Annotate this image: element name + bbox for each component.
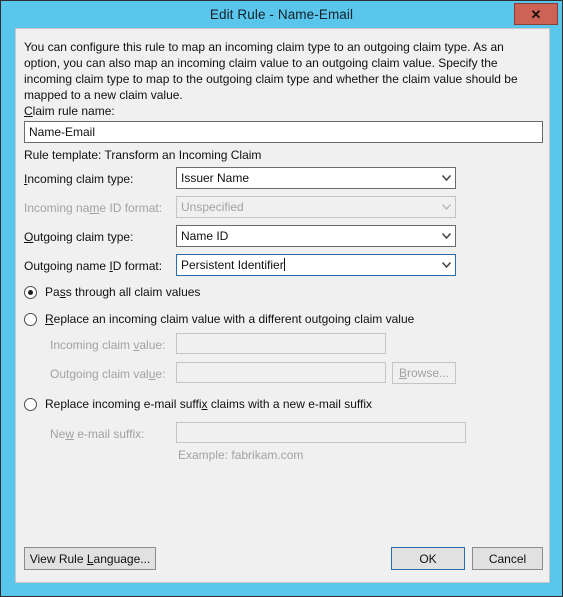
close-icon: ✕: [530, 6, 542, 22]
dialog-title: Edit Rule - Name-Email: [209, 6, 354, 22]
radio-replace-email-suffix-label: Replace incoming e-mail suffix claims wi…: [45, 397, 372, 411]
outgoing-name-id-format-combobox[interactable]: Persistent Identifier: [176, 254, 456, 276]
new-email-suffix-label: New e-mail suffix:: [50, 427, 144, 441]
claim-rule-name-label-text: laim rule name:: [32, 104, 115, 118]
outgoing-name-id-format-label-a: Outgoing name: [24, 259, 110, 273]
claim-rule-name-label-accesskey: C: [24, 104, 33, 118]
cancel-button[interactable]: Cancel: [472, 547, 543, 570]
radio-replace-email-suffix-label-b: claims with a new e-mail suffix: [207, 397, 373, 411]
edit-rule-dialog: Edit Rule - Name-Email ✕ You can configu…: [0, 0, 563, 597]
outgoing-claim-type-label: Outgoing claim type:: [24, 230, 133, 244]
incoming-name-id-format-value: Unspecified: [181, 200, 244, 214]
incoming-claim-value-label: Incoming claim value:: [50, 338, 165, 352]
view-rule-language-label-b: anguage...: [93, 551, 151, 566]
browse-button: Browse...: [392, 362, 456, 384]
outgoing-claim-value-input: [176, 362, 386, 383]
radio-replace-claim-value[interactable]: Replace an incoming claim value with a d…: [24, 312, 414, 326]
email-suffix-example-hint: Example: fabrikam.com: [178, 448, 304, 462]
rule-template-label: Rule template: Transform an Incoming Cla…: [24, 148, 262, 162]
incoming-claim-type-value: Issuer Name: [181, 171, 250, 185]
incoming-claim-type-combobox[interactable]: Issuer Name: [176, 167, 456, 189]
outgoing-claim-value-label: Outgoing claim value:: [50, 367, 165, 381]
claim-rule-name-value: Name-Email: [29, 125, 96, 139]
view-rule-language-label: View Rule Language...: [30, 552, 151, 566]
incoming-claim-type-label-text: ncoming claim type:: [27, 172, 134, 186]
radio-pass-through-label-a: Pa: [45, 285, 60, 299]
outgoing-claim-value-label-a: Outgoing claim val: [50, 367, 149, 381]
browse-button-label-b: rowse...: [407, 366, 450, 380]
close-button[interactable]: ✕: [514, 3, 558, 25]
incoming-name-id-format-combobox: Unspecified: [176, 196, 456, 218]
text-caret: [283, 258, 285, 271]
browse-button-label-accesskey: B: [398, 366, 407, 380]
incoming-name-id-format-label-a: Incoming na: [24, 201, 90, 215]
chevron-down-icon: [438, 175, 455, 181]
new-email-suffix-label-accesskey: w: [65, 427, 75, 441]
radio-indicator: [24, 285, 37, 299]
radio-replace-claim-value-label: Replace an incoming claim value with a d…: [45, 312, 414, 326]
outgoing-claim-type-combobox[interactable]: Name ID: [176, 225, 456, 247]
radio-indicator: [24, 312, 37, 326]
ok-button[interactable]: OK: [391, 547, 465, 570]
incoming-claim-value-input: [176, 333, 386, 354]
radio-pass-through-label-b: s through all claim values: [65, 285, 201, 299]
radio-indicator: [24, 397, 37, 411]
cancel-button-label: Cancel: [488, 551, 527, 566]
claim-rule-name-label: Claim rule name:: [24, 104, 115, 118]
incoming-claim-type-label: Incoming claim type:: [24, 172, 133, 186]
view-rule-language-button[interactable]: View Rule Language...: [24, 547, 156, 570]
ok-button-label: OK: [419, 551, 437, 566]
outgoing-claim-value-label-b: e:: [155, 367, 166, 381]
dialog-description: You can configure this rule to map an in…: [24, 40, 518, 102]
new-email-suffix-label-b: e-mail suffix:: [74, 427, 145, 441]
chevron-down-icon: [438, 204, 455, 210]
outgoing-claim-type-value: Name ID: [181, 229, 229, 243]
outgoing-name-id-format-value-wrap: Persistent Identifier: [177, 258, 438, 272]
outgoing-claim-type-label-text: utgoing claim type:: [33, 230, 134, 244]
radio-replace-email-suffix[interactable]: Replace incoming e-mail suffix claims wi…: [24, 397, 372, 411]
incoming-claim-value-label-b: alue:: [139, 338, 166, 352]
new-email-suffix-input: [176, 422, 466, 443]
chevron-down-icon: [438, 262, 455, 268]
outgoing-name-id-format-label-b: D format:: [112, 259, 163, 273]
view-rule-language-label-a: View Rule: [29, 551, 87, 566]
chevron-down-icon: [438, 233, 455, 239]
incoming-name-id-format-label: Incoming name ID format:: [24, 201, 162, 215]
new-email-suffix-label-a: Ne: [50, 427, 66, 441]
radio-pass-through-label: Pass through all claim values: [45, 285, 200, 299]
view-rule-language-label-accesskey: L: [86, 551, 94, 566]
incoming-name-id-format-label-b: e ID format:: [99, 201, 163, 215]
dialog-client-area: You can configure this rule to map an in…: [15, 28, 550, 583]
radio-replace-email-suffix-label-a: Replace incoming e-mail suffi: [45, 397, 202, 411]
title-bar[interactable]: Edit Rule - Name-Email ✕: [1, 1, 562, 27]
radio-replace-claim-value-label-b: eplace an incoming claim value with a di…: [53, 312, 415, 326]
incoming-claim-value-label-a: Incoming claim: [50, 338, 134, 352]
radio-pass-through-all-claim-values[interactable]: Pass through all claim values: [24, 285, 200, 299]
outgoing-name-id-format-label: Outgoing name ID format:: [24, 259, 162, 273]
incoming-name-id-format-label-accesskey: m: [89, 201, 100, 215]
radio-replace-claim-value-label-accesskey: R: [45, 312, 54, 326]
claim-rule-name-input[interactable]: Name-Email: [24, 121, 543, 143]
outgoing-name-id-format-value: Persistent Identifier: [181, 258, 284, 272]
browse-button-label: Browse...: [399, 366, 449, 380]
outgoing-claim-type-label-accesskey: O: [24, 230, 34, 244]
